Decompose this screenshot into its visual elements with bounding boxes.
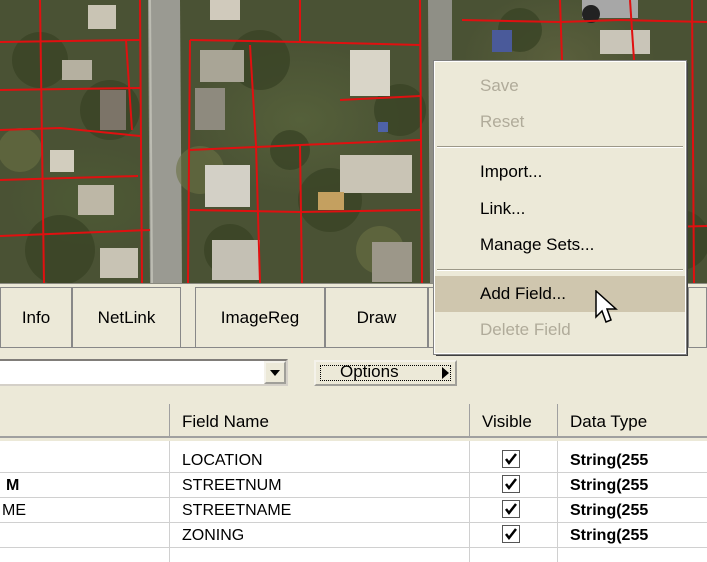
menu-item-reset[interactable]: Reset bbox=[435, 104, 685, 140]
menu-separator bbox=[437, 146, 683, 148]
alias-cell bbox=[0, 448, 160, 472]
checkmark-icon bbox=[505, 503, 517, 516]
checkmark-icon bbox=[505, 528, 517, 541]
table-row[interactable]: LOCATION String(255 bbox=[0, 448, 707, 473]
alias-cell: ME bbox=[2, 502, 26, 519]
data-type-cell: String(255 bbox=[570, 477, 649, 494]
column-header-visible[interactable]: Visible bbox=[470, 404, 558, 438]
field-name-cell: ZONING bbox=[182, 527, 245, 544]
visible-checkbox[interactable] bbox=[502, 525, 520, 543]
layer-select[interactable] bbox=[0, 359, 288, 386]
column-header-data-type[interactable]: Data Type bbox=[558, 404, 707, 438]
options-button-label: Options bbox=[340, 362, 399, 381]
checkmark-icon bbox=[505, 453, 517, 466]
menu-item-link[interactable]: Link... bbox=[435, 191, 685, 227]
dropdown-button[interactable] bbox=[264, 361, 286, 384]
tab-imagereg[interactable]: ImageReg bbox=[195, 287, 325, 347]
field-name-cell: STREETNUM bbox=[182, 477, 282, 494]
menu-item-import[interactable]: Import... bbox=[435, 154, 685, 190]
mouse-pointer-icon bbox=[595, 290, 618, 323]
options-context-menu: Save Reset Import... Link... Manage Sets… bbox=[433, 60, 687, 355]
tab-hidden-right[interactable] bbox=[688, 287, 707, 347]
table-row[interactable]: M STREETNUM String(255 bbox=[0, 473, 707, 498]
data-type-cell: String(255 bbox=[570, 502, 649, 519]
field-name-cell: LOCATION bbox=[182, 452, 263, 469]
column-header-field-name[interactable]: Field Name bbox=[170, 404, 470, 438]
data-type-cell: String(255 bbox=[570, 527, 649, 544]
table-row[interactable]: ZONING String(255 bbox=[0, 523, 707, 548]
menu-separator bbox=[437, 269, 683, 271]
checkmark-icon bbox=[505, 478, 517, 491]
tab-netlink[interactable]: NetLink bbox=[72, 287, 181, 347]
table-header: Field Name Visible Data Type bbox=[0, 401, 707, 441]
alias-cell: M bbox=[6, 477, 20, 494]
visible-checkbox[interactable] bbox=[502, 475, 520, 493]
column-header-alias[interactable] bbox=[0, 404, 170, 438]
fields-table: Field Name Visible Data Type LOCATION St… bbox=[0, 401, 707, 562]
visible-checkbox[interactable] bbox=[502, 450, 520, 468]
menu-item-add-field[interactable]: Add Field... bbox=[435, 276, 685, 312]
alias-cell bbox=[0, 523, 160, 547]
chevron-down-icon bbox=[270, 369, 280, 376]
submenu-arrow-icon bbox=[442, 367, 449, 379]
data-type-cell: String(255 bbox=[570, 452, 649, 469]
table-row[interactable]: ME STREETNAME String(255 bbox=[0, 498, 707, 523]
menu-item-save[interactable]: Save bbox=[435, 68, 685, 104]
options-toolbar: Options bbox=[0, 351, 707, 401]
field-name-cell: STREETNAME bbox=[182, 502, 292, 519]
menu-item-manage-sets[interactable]: Manage Sets... bbox=[435, 227, 685, 263]
visible-checkbox[interactable] bbox=[502, 500, 520, 518]
tab-draw[interactable]: Draw bbox=[325, 287, 428, 347]
tab-info[interactable]: Info bbox=[0, 287, 72, 347]
options-button[interactable]: Options bbox=[314, 360, 457, 386]
menu-item-delete-field[interactable]: Delete Field bbox=[435, 312, 685, 348]
